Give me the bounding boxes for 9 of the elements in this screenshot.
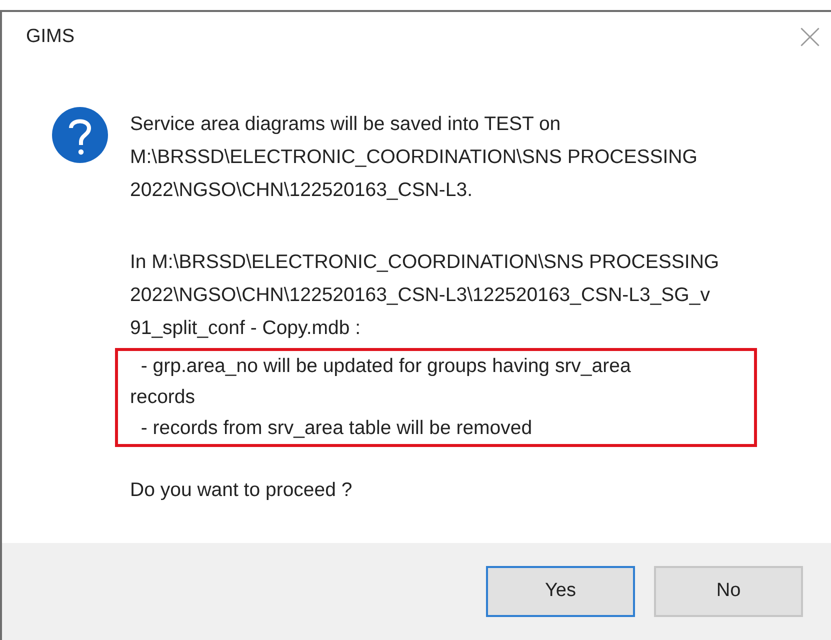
- close-icon[interactable]: [799, 26, 821, 48]
- message-text: Service area diagrams will be saved into TEST on M:\BRSSD\ELECTRONIC_COORDINATION\SNS PROCESSING 2022\NGSO\CHN\122520163_CSN-L3.: [129, 112, 698, 203]
- message-text: Do you want to proceed ?: [129, 478, 354, 503]
- yes-button[interactable]: Yes: [486, 566, 635, 617]
- window-title: GIMS: [26, 26, 75, 48]
- no-button[interactable]: No: [654, 566, 803, 617]
- message-text: In M:\BRSSD\ELECTRONIC_COORDINATION\SNS PROCESSING 2022\NGSO\CHN\122520163_CSN-L3\122520163_CSN-L3_SG_v 91_split_conf - Copy.mdb :: [129, 250, 720, 341]
- question-icon: [52, 106, 108, 163]
- highlighted-message-text: - grp.area_no will be updated for groups having srv_area records - records from srv_area table will be removed: [115, 348, 757, 447]
